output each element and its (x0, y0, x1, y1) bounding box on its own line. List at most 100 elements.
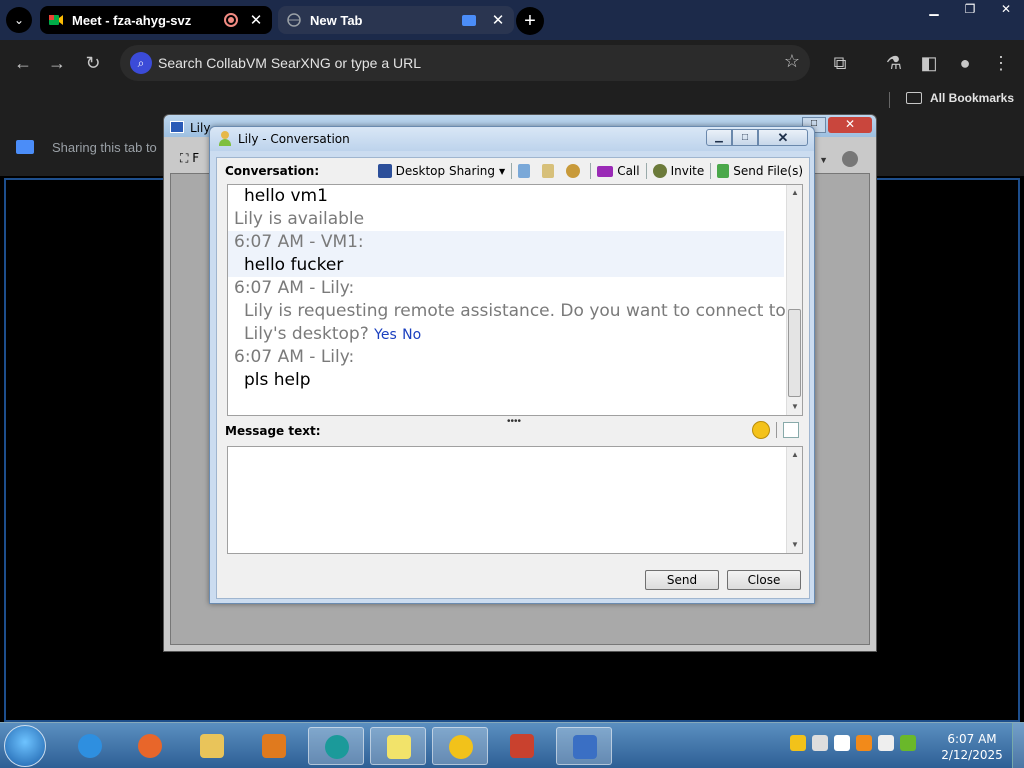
show-desktop-button[interactable] (1012, 723, 1024, 768)
transcript-message: pls help (244, 370, 311, 390)
folder-icon (906, 92, 922, 104)
omnibox-placeholder: Search CollabVM SearXNG or type a URL (158, 55, 421, 71)
labs-flask-icon[interactable]: ⚗ (881, 50, 907, 76)
start-orb-icon[interactable] (4, 725, 46, 767)
extensions-icon[interactable]: ⧉ (827, 50, 853, 76)
taskbar-sticky-notes[interactable] (370, 727, 426, 765)
nvidia-icon[interactable] (900, 735, 916, 751)
back-arrow-icon[interactable]: ← (10, 50, 36, 76)
splitter-grip-icon[interactable]: •••• (507, 416, 521, 427)
bookmarks-bar: All Bookmarks (0, 86, 1024, 114)
accept-link[interactable]: Yes (374, 327, 397, 343)
transcript-message: hello fucker (244, 255, 344, 275)
restore-icon[interactable]: ❐ (952, 0, 988, 18)
conversation-body: Conversation: Desktop Sharing ▼ Call Inv… (216, 157, 810, 599)
address-bar[interactable]: ⌕ Search CollabVM SearXNG or type a URL … (120, 45, 810, 81)
conversation-window[interactable]: Lily - Conversation ▁ □ ✕ Conversation: … (209, 126, 815, 604)
clock-date: 2/12/2025 (941, 748, 1003, 762)
forward-arrow-icon[interactable]: → (44, 50, 70, 76)
taskbar-firefox[interactable] (122, 727, 178, 765)
emoticon-smiley-icon[interactable] (752, 421, 770, 439)
tab-search-button[interactable]: ⌄ (6, 7, 32, 33)
menu-kebab-icon[interactable]: ⋮ (988, 50, 1014, 76)
decline-link[interactable]: No (402, 327, 421, 343)
tab-new-tab[interactable]: New Tab ✕ (278, 6, 514, 34)
taskbar-app[interactable] (556, 727, 612, 765)
message-input[interactable]: ▲ ▼ (227, 446, 803, 554)
search-tray-icon[interactable] (856, 735, 872, 751)
invite-button[interactable]: Invite (649, 164, 709, 178)
bg-close-icon[interactable]: ✕ (828, 117, 872, 133)
activities-icon (566, 164, 581, 178)
transcript-pane[interactable]: hello vm1 Lily is available 6:07 AM - VM… (227, 184, 803, 416)
desktop-sharing-button[interactable]: Desktop Sharing ▼ (374, 164, 510, 178)
media-player-icon (262, 734, 286, 758)
document-button[interactable] (538, 164, 562, 178)
transcript-system-text: Lily's desktop? (244, 324, 369, 344)
side-panel-icon[interactable]: ◧ (916, 50, 942, 76)
taskbar-remote-assistance[interactable] (308, 727, 364, 765)
scroll-down-icon[interactable]: ▼ (787, 537, 803, 553)
taskbar-internet-explorer[interactable] (62, 727, 118, 765)
invite-label: Invite (670, 164, 705, 178)
browser-toolbar: ← → ↻ ⌕ Search CollabVM SearXNG or type … (0, 40, 1024, 86)
bg-toolbar-item[interactable]: ⛶ F (180, 151, 199, 166)
bg-dropdown-icon[interactable]: ▼ (819, 155, 828, 165)
maximize-icon[interactable]: □ (732, 129, 758, 146)
send-files-button[interactable]: Send File(s) (713, 164, 807, 178)
bg-window-title: Lily (190, 121, 211, 135)
message-text-label: Message text: (225, 424, 321, 438)
taskbar: 6:07 AM 2/12/2025 (0, 722, 1024, 768)
close-window-icon[interactable]: ✕ (988, 0, 1024, 18)
action-center-flag-icon[interactable] (834, 735, 850, 751)
profile-avatar-icon[interactable]: ● (952, 50, 978, 76)
settings-gear-icon[interactable] (842, 151, 858, 167)
system-tray (790, 735, 916, 751)
messenger-tray-icon[interactable] (790, 735, 806, 751)
conversation-toolbar: Desktop Sharing ▼ Call Invite Send File(… (374, 160, 807, 182)
reload-icon[interactable]: ↻ (80, 50, 106, 76)
notes-button[interactable] (514, 164, 538, 178)
toolbar-separator (710, 163, 712, 179)
taskbar-java[interactable] (494, 727, 550, 765)
transcript-sender: 6:07 AM - Lily: (234, 278, 355, 298)
taskbar-explorer[interactable] (184, 727, 240, 765)
recording-icon (224, 13, 238, 27)
taskbar-media-player[interactable] (246, 727, 302, 765)
search-engine-icon: ⌕ (130, 52, 152, 74)
close-tab-icon[interactable]: ✕ (248, 11, 264, 29)
transcript-status: Lily is available (234, 209, 365, 229)
scroll-up-icon[interactable]: ▲ (787, 447, 803, 463)
network-icon[interactable] (812, 735, 828, 751)
message-scrollbar[interactable]: ▲ ▼ (786, 447, 802, 553)
java-icon (510, 734, 534, 758)
globe-icon (287, 13, 301, 27)
application-icon (573, 735, 597, 759)
minimize-icon[interactable]: ▁ (706, 129, 732, 146)
scroll-down-icon[interactable]: ▼ (787, 399, 802, 415)
bookmark-star-icon[interactable]: ☆ (784, 51, 800, 72)
call-button[interactable]: Call (593, 164, 643, 178)
transcript-scrollbar[interactable]: ▲ ▼ (786, 185, 802, 415)
close-tab-icon[interactable]: ✕ (490, 11, 506, 29)
scroll-up-icon[interactable]: ▲ (787, 185, 802, 201)
font-format-icon[interactable] (783, 422, 799, 438)
close-button[interactable]: Close (727, 570, 801, 590)
chat-bubble-icon (449, 735, 473, 759)
all-bookmarks-button[interactable]: All Bookmarks (906, 91, 1014, 105)
document-icon (542, 164, 555, 178)
toolbar-separator (511, 163, 513, 179)
tab-strip: ⌄ Meet - fza-ahyg-svz ✕ New Tab ✕ + ▁ ❐ … (0, 0, 1024, 40)
send-button[interactable]: Send (645, 570, 719, 590)
tab-meet[interactable]: Meet - fza-ahyg-svz ✕ (40, 6, 272, 34)
close-icon[interactable]: ✕ (758, 129, 808, 146)
internet-explorer-icon (78, 734, 102, 758)
minimize-icon[interactable]: ▁ (916, 0, 952, 18)
taskbar-clock[interactable]: 6:07 AM 2/12/2025 (932, 731, 1012, 763)
new-tab-button[interactable]: + (516, 7, 544, 35)
call-label: Call (617, 164, 640, 178)
scrollbar-thumb[interactable] (788, 309, 801, 397)
volume-icon[interactable] (878, 735, 894, 751)
activities-button[interactable] (562, 164, 588, 178)
taskbar-messenger[interactable] (432, 727, 488, 765)
